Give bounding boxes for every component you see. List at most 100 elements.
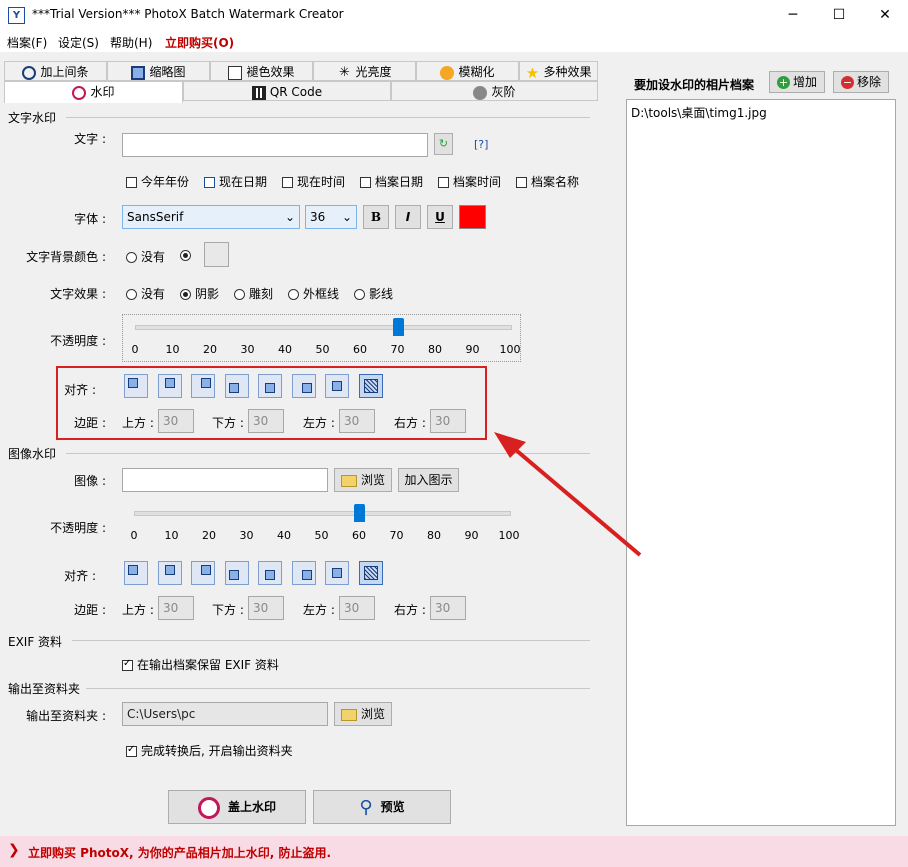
image-tick-label: 30 bbox=[239, 529, 254, 542]
checkbox-year[interactable]: 今年年份 bbox=[126, 173, 189, 190]
image-align-top-right-button[interactable] bbox=[191, 561, 215, 585]
close-button[interactable]: ✕ bbox=[862, 0, 908, 30]
remove-file-button[interactable]: − 移除 bbox=[833, 71, 889, 93]
menu-settings[interactable]: 设定(S) bbox=[58, 34, 99, 51]
checkbox-label: 档案日期 bbox=[375, 175, 424, 189]
tab-effects[interactable]: ★ 多种效果 bbox=[519, 61, 598, 81]
radio-bg-none[interactable]: 没有 bbox=[126, 248, 165, 265]
image-opacity-slider[interactable]: 0 10 20 30 40 50 60 70 80 90 100 bbox=[122, 501, 521, 549]
font-select[interactable]: SansSerif ⌄ bbox=[122, 205, 300, 229]
maximize-button[interactable]: ☐ bbox=[816, 0, 862, 30]
chevron-down-icon: ⌄ bbox=[284, 210, 295, 224]
size-select[interactable]: 36 ⌄ bbox=[305, 205, 357, 229]
text-input[interactable] bbox=[122, 133, 428, 157]
output-browse-button[interactable]: 浏览 bbox=[334, 702, 392, 726]
checkbox-open-folder[interactable]: 完成转换后, 开启输出资料夹 bbox=[126, 742, 293, 759]
menu-file[interactable]: 档案(F) bbox=[7, 34, 47, 51]
tab-thumbnail[interactable]: 缩略图 bbox=[107, 61, 210, 81]
list-item[interactable]: D:\tools\桌面\timg1.jpg bbox=[631, 104, 767, 121]
radio-effect-emboss[interactable]: 雕刻 bbox=[234, 285, 273, 302]
text-tick-label: 20 bbox=[203, 343, 217, 356]
tab-add-border[interactable]: 加上间条 bbox=[4, 61, 107, 81]
fade-icon bbox=[228, 65, 243, 80]
image-tick-label: 60 bbox=[352, 529, 366, 542]
radio-effect-outline[interactable]: 外框线 bbox=[288, 285, 339, 302]
image-align-tile-button[interactable] bbox=[358, 561, 383, 585]
chevron-right-icon: ❯ bbox=[8, 842, 20, 858]
image-margin-input[interactable]: 30 bbox=[339, 596, 375, 620]
align-icon bbox=[228, 570, 239, 580]
help-link[interactable]: [?] bbox=[474, 138, 488, 151]
output-folder-input[interactable]: C:\Users\pc bbox=[122, 702, 328, 726]
radio-label: 外框线 bbox=[303, 287, 340, 301]
tab-watermark[interactable]: 水印 bbox=[4, 81, 183, 103]
menu-help[interactable]: 帮助(H) bbox=[110, 34, 152, 51]
checkbox-date[interactable]: 现在日期 bbox=[204, 173, 267, 190]
font-color-swatch[interactable] bbox=[459, 205, 486, 229]
radio-effect-none[interactable]: 没有 bbox=[126, 285, 165, 302]
opacity-label: 不透明度 : bbox=[50, 334, 106, 348]
tab-grayscale[interactable]: 灰阶 bbox=[391, 81, 598, 101]
text-tick-label: 100 bbox=[499, 343, 521, 356]
checkbox-file-date[interactable]: 档案日期 bbox=[360, 173, 423, 190]
image-align-middle-right-button[interactable] bbox=[291, 561, 316, 585]
menu-buy[interactable]: 立即购买(O) bbox=[165, 34, 234, 51]
apply-watermark-button[interactable]: 盖上水印 bbox=[168, 790, 306, 824]
bg-color-swatch[interactable] bbox=[204, 242, 229, 267]
tab-label: 模糊化 bbox=[458, 65, 495, 79]
radio-effect-hatch[interactable]: 影线 bbox=[354, 285, 393, 302]
slider-thumb[interactable] bbox=[392, 318, 404, 336]
align-icon bbox=[201, 565, 211, 575]
checkbox-box bbox=[516, 177, 527, 188]
bold-button[interactable]: B bbox=[363, 205, 389, 229]
tab-label: QR Code bbox=[269, 85, 323, 99]
promo-text[interactable]: 立即购买 PhotoX, 为你的产品相片加上水印, 防止盗用. bbox=[28, 844, 331, 861]
underline-button[interactable]: U bbox=[427, 205, 453, 229]
text-opacity-slider[interactable]: 0 10 20 30 40 50 60 70 80 90 100 bbox=[122, 314, 521, 362]
minimize-button[interactable]: ─ bbox=[770, 0, 816, 30]
radio-bg-color[interactable] bbox=[180, 248, 195, 262]
file-list[interactable]: D:\tools\桌面\timg1.jpg bbox=[626, 99, 896, 826]
preview-button[interactable]: ⚲ 预览 bbox=[313, 790, 451, 824]
checkbox-box bbox=[126, 177, 137, 188]
image-align-top-center-button[interactable] bbox=[157, 561, 182, 585]
status-bar: ❯ 立即购买 PhotoX, 为你的产品相片加上水印, 防止盗用. bbox=[0, 836, 908, 867]
checkbox-file-time[interactable]: 档案时间 bbox=[438, 173, 501, 190]
image-margin-label: 左方 : bbox=[303, 603, 335, 617]
folder-icon bbox=[340, 708, 357, 721]
image-tick-label: 70 bbox=[389, 529, 404, 542]
image-align-middle-left-button[interactable] bbox=[224, 561, 249, 585]
image-browse-button[interactable]: 浏览 bbox=[334, 468, 392, 492]
image-margin-input[interactable]: 30 bbox=[430, 596, 466, 620]
text-tick-label: 70 bbox=[390, 343, 405, 356]
add-sample-button[interactable]: 加入图示 bbox=[398, 468, 459, 492]
image-margin-input[interactable]: 30 bbox=[158, 596, 194, 620]
divider bbox=[86, 688, 590, 689]
image-input[interactable] bbox=[122, 468, 328, 492]
slider-thumb[interactable] bbox=[354, 504, 365, 522]
insert-symbol-button[interactable]: ↻ bbox=[434, 133, 453, 155]
image-align-label: 对齐 : bbox=[64, 569, 96, 583]
chevron-down-icon: ⌄ bbox=[341, 210, 352, 224]
tab-brightness[interactable]: ✳ 光亮度 bbox=[313, 61, 416, 81]
tab-fade[interactable]: 褪色效果 bbox=[210, 61, 313, 81]
plus-icon: + bbox=[776, 76, 790, 89]
image-align-middle-center-button[interactable] bbox=[258, 561, 282, 585]
checkbox-file-name[interactable]: 档案名称 bbox=[516, 173, 579, 190]
text-tick-label: 10 bbox=[165, 343, 180, 356]
add-file-button[interactable]: + 增加 bbox=[769, 71, 825, 93]
file-list-title: 要加设水印的相片档案 bbox=[634, 78, 755, 92]
button-label: 增加 bbox=[792, 75, 817, 89]
image-align-bottom-center-button[interactable] bbox=[325, 561, 349, 585]
image-margin-input[interactable]: 30 bbox=[248, 596, 284, 620]
checkbox-time[interactable]: 现在时间 bbox=[282, 173, 345, 190]
tab-qrcode[interactable]: QR Code bbox=[183, 81, 391, 101]
image-align-top-left-button[interactable] bbox=[124, 561, 148, 585]
italic-button[interactable]: I bbox=[395, 205, 421, 229]
text-tick-label: 30 bbox=[240, 343, 255, 356]
image-tick-label: 10 bbox=[164, 529, 179, 542]
title-bar: Y ***Trial Version*** PhotoX Batch Water… bbox=[0, 0, 908, 30]
checkbox-keep-exif[interactable]: 在输出档案保留 EXIF 资料 bbox=[122, 656, 279, 673]
radio-effect-shadow[interactable]: 阴影 bbox=[180, 285, 219, 302]
tab-blur[interactable]: 模糊化 bbox=[416, 61, 519, 81]
